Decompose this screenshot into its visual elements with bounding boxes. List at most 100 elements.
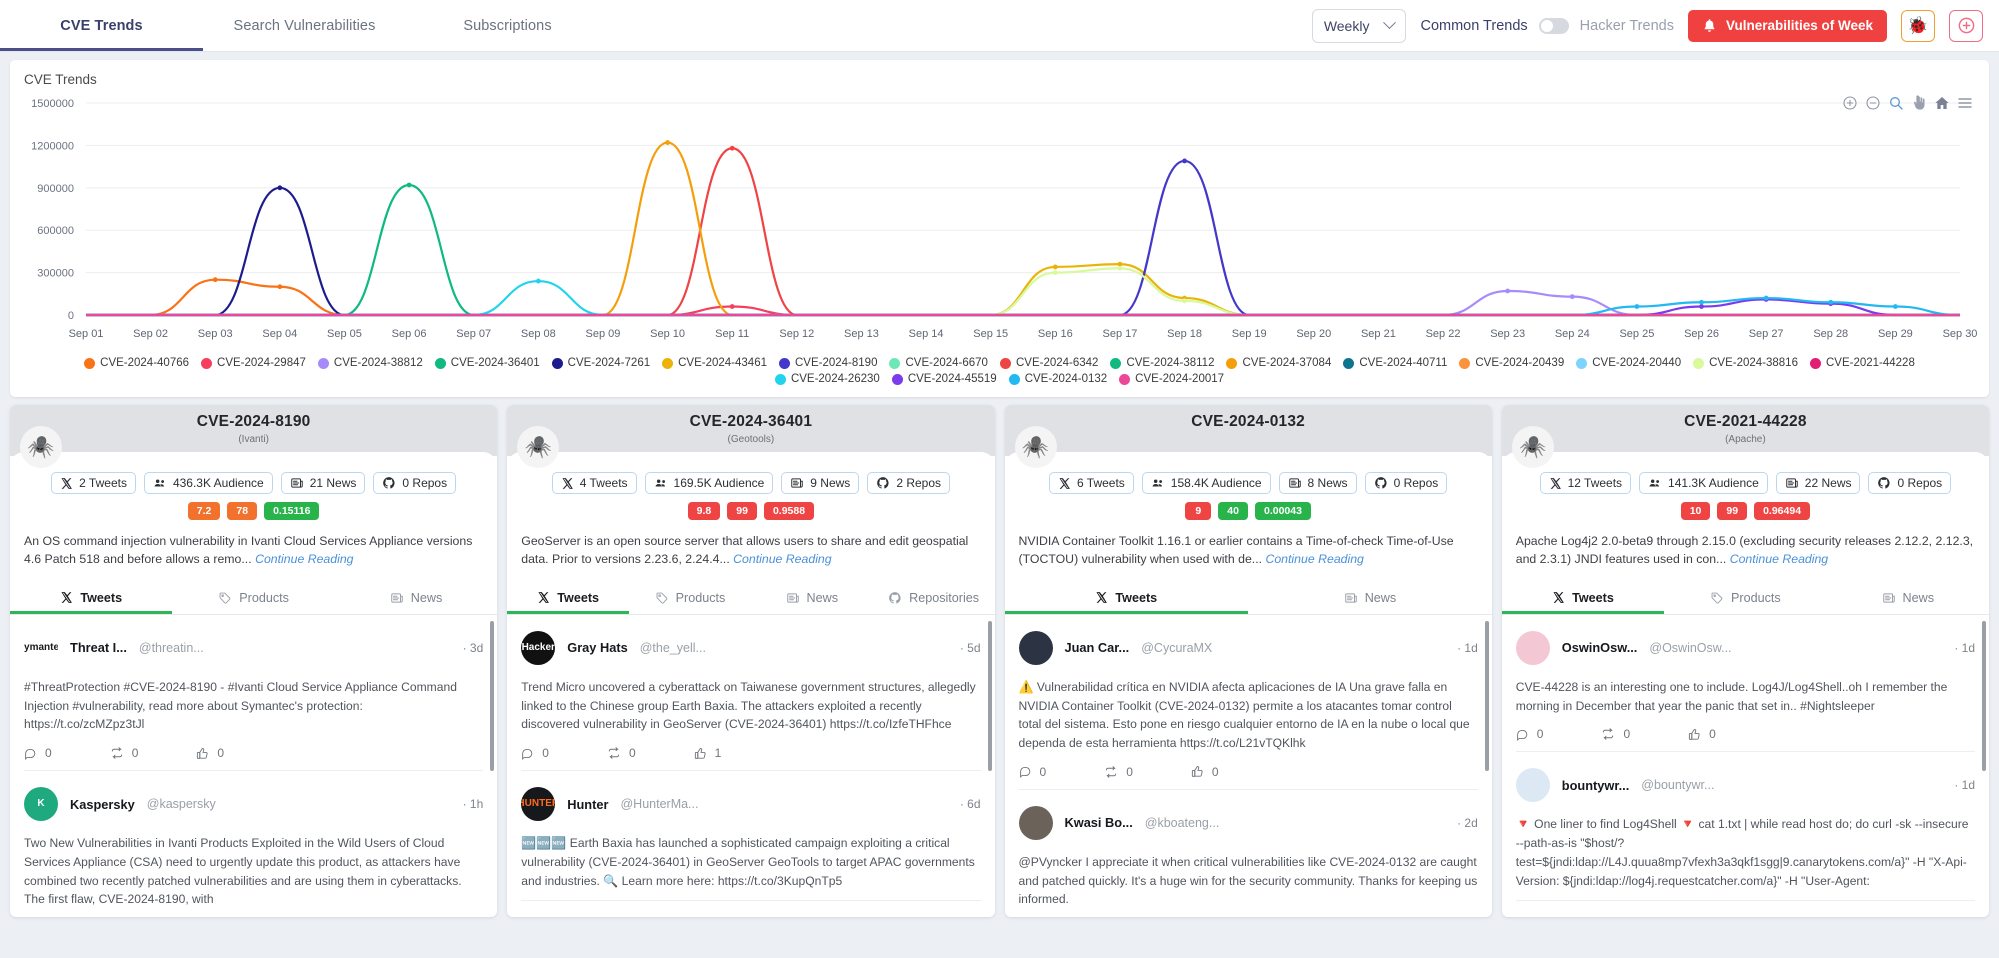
card-tab-tweets[interactable]: Tweets — [10, 581, 172, 614]
tweet-author-name[interactable]: OswinOsw... — [1562, 640, 1638, 655]
tweet-reply-action[interactable]: 0 — [521, 746, 549, 760]
stat-news[interactable]: 21 News — [280, 472, 366, 494]
card-tab-tweets[interactable]: Tweets — [507, 581, 629, 614]
legend-item-cve-2024-38812[interactable]: CVE-2024-38812 — [317, 357, 423, 369]
legend-item-cve-2024-29847[interactable]: CVE-2024-29847 — [201, 357, 306, 369]
legend-item-cve-2024-37084[interactable]: CVE-2024-37084 — [1226, 357, 1331, 369]
reset-home-icon[interactable] — [1934, 95, 1950, 111]
card-tab-news[interactable]: News — [1827, 581, 1989, 614]
tweet-author-handle[interactable]: @OswinOsw... — [1649, 641, 1731, 655]
tweet-retweet-action[interactable]: 0 — [1601, 727, 1630, 741]
tweet-feed[interactable]: Symantec Threat I... @threatin... · 3d #Thre… — [10, 615, 497, 917]
legend-item-cve-2024-0132[interactable]: CVE-2024-0132 — [1008, 373, 1107, 385]
feed-scrollbar[interactable] — [490, 620, 495, 771]
tweet-item[interactable]: bountywr... @bountywr... · 1d 🔻 One liner t… — [1515, 752, 1975, 902]
trend-mode-toggle[interactable]: Common Trends Hacker Trends — [1420, 17, 1674, 34]
legend-item-cve-2024-38816[interactable]: CVE-2024-38816 — [1693, 357, 1798, 369]
tweet-like-action[interactable]: 0 — [196, 746, 224, 760]
continue-reading-link[interactable]: Continue Reading — [1265, 552, 1363, 566]
tweet-like-action[interactable]: 1 — [694, 746, 721, 760]
tweet-author-name[interactable]: Kwasi Bo... — [1065, 815, 1133, 830]
stat-news[interactable]: 9 News — [781, 472, 860, 494]
card-tab-products[interactable]: Products — [172, 581, 334, 614]
tweet-author-handle[interactable]: @kboateng... — [1145, 816, 1220, 830]
tweet-item[interactable]: OswinOsw... @OswinOsw... · 1d CVE-44228 is … — [1515, 615, 1975, 753]
stat-github[interactable]: 0 Repos — [373, 472, 457, 494]
legend-item-cve-2024-26230[interactable]: CVE-2024-26230 — [774, 373, 880, 385]
menu-icon[interactable] — [1957, 95, 1973, 111]
stat-github[interactable]: 2 Repos — [867, 472, 951, 494]
avatar[interactable] — [1515, 630, 1550, 665]
stat-github[interactable]: 0 Repos — [1364, 472, 1448, 494]
legend-item-cve-2024-20017[interactable]: CVE-2024-20017 — [1119, 373, 1224, 385]
stat-audience[interactable]: 141.3K Audience — [1639, 472, 1768, 494]
tweet-author-handle[interactable]: @threatin... — [139, 641, 204, 655]
tweet-like-action[interactable]: 0 — [1688, 727, 1716, 741]
legend-item-cve-2024-36401[interactable]: CVE-2024-36401 — [434, 357, 540, 369]
legend-item-cve-2024-40711[interactable]: CVE-2024-40711 — [1343, 357, 1447, 369]
continue-reading-link[interactable]: Continue Reading — [733, 552, 831, 566]
legend-item-cve-2021-44228[interactable]: CVE-2021-44228 — [1809, 357, 1915, 369]
card-tab-tweets[interactable]: Tweets — [1005, 581, 1249, 614]
stat-x-twitter[interactable]: 12 Tweets — [1539, 472, 1632, 494]
card-tab-news[interactable]: News — [1248, 581, 1492, 614]
avatar[interactable]: Hacker — [521, 630, 556, 665]
tab-subscriptions[interactable]: Subscriptions — [406, 0, 609, 51]
pan-icon[interactable] — [1911, 95, 1927, 111]
selection-zoom-icon[interactable] — [1888, 95, 1904, 111]
avatar[interactable] — [1018, 630, 1053, 665]
stat-x-twitter[interactable]: 2 Tweets — [51, 472, 136, 494]
tweet-author-name[interactable]: Gray Hats — [567, 640, 627, 655]
legend-item-cve-2024-45519[interactable]: CVE-2024-45519 — [891, 373, 997, 385]
tweet-retweet-action[interactable]: 0 — [1104, 765, 1133, 779]
tweet-author-name[interactable]: Threat I... — [70, 640, 127, 655]
feed-scrollbar[interactable] — [1982, 620, 1986, 771]
card-tab-news[interactable]: News — [335, 581, 497, 614]
tweet-author-name[interactable]: Kaspersky — [70, 797, 135, 812]
zoom-out-icon[interactable] — [1865, 95, 1881, 111]
legend-item-cve-2024-20439[interactable]: CVE-2024-20439 — [1459, 357, 1564, 369]
tweet-reply-action[interactable]: 0 — [1516, 727, 1543, 741]
stat-audience[interactable]: 169.5K Audience — [644, 472, 774, 494]
legend-item-cve-2024-20440[interactable]: CVE-2024-20440 — [1576, 357, 1681, 369]
tweet-item[interactable]: Symantec Threat I... @threatin... · 3d #Thre… — [24, 615, 484, 772]
stat-x-twitter[interactable]: 6 Tweets — [1048, 472, 1134, 494]
stat-x-twitter[interactable]: 4 Tweets — [551, 472, 637, 494]
tweet-like-action[interactable]: 0 — [1191, 765, 1219, 779]
bug-icon-button[interactable]: 🐞 — [1901, 9, 1935, 42]
card-tab-products[interactable]: Products — [1664, 581, 1826, 614]
tweet-feed[interactable]: OswinOsw... @OswinOsw... · 1d CVE-44228 is … — [1502, 615, 1989, 917]
tweet-author-handle[interactable]: @CycuraMX — [1141, 641, 1212, 655]
avatar[interactable]: K — [24, 787, 58, 822]
tweet-author-name[interactable]: Hunter — [567, 797, 608, 812]
legend-item-cve-2024-7261[interactable]: CVE-2024-7261 — [551, 357, 650, 369]
tweet-author-handle[interactable]: @kaspersky — [147, 797, 216, 811]
add-button[interactable] — [1949, 9, 1983, 42]
vulnerabilities-of-week-button[interactable]: Vulnerabilities of Week — [1687, 9, 1887, 42]
tweet-retweet-action[interactable]: 0 — [607, 746, 636, 760]
tweet-reply-action[interactable]: 0 — [24, 746, 52, 760]
tweet-item[interactable]: Juan Car... @CycuraMX · 1d ⚠️ Vulnerabilida… — [1018, 615, 1478, 790]
legend-item-cve-2024-43461[interactable]: CVE-2024-43461 — [662, 357, 767, 369]
legend-item-cve-2024-8190[interactable]: CVE-2024-8190 — [779, 357, 877, 369]
tweet-feed[interactable]: Juan Car... @CycuraMX · 1d ⚠️ Vulnerabilida… — [1005, 615, 1492, 917]
stat-github[interactable]: 0 Repos — [1868, 472, 1952, 494]
legend-item-cve-2024-6670[interactable]: CVE-2024-6670 — [889, 357, 988, 369]
tweet-item[interactable]: K Kaspersky @kaspersky · 1h Two New Vulnerab… — [24, 771, 483, 917]
stat-news[interactable]: 22 News — [1775, 472, 1861, 494]
chart-area[interactable]: 0 300000 600000 900000 1200000 1500000 Sep 01 S… — [10, 91, 1989, 353]
tweet-author-name[interactable]: Juan Car... — [1065, 640, 1130, 655]
card-tab-products[interactable]: Products — [629, 581, 751, 614]
legend-item-cve-2024-40766[interactable]: CVE-2024-40766 — [84, 357, 189, 369]
tweet-author-handle[interactable]: @bountywr... — [1641, 778, 1714, 792]
tweet-item[interactable]: Hacker Gray Hats @the_yell... · 5d Trend Mic… — [521, 615, 981, 772]
tweet-item[interactable]: HUNTER Hunter @HunterMa... · 6d 🆕🆕🆕 Earth Ba… — [521, 771, 981, 902]
card-tab-news[interactable]: News — [751, 581, 873, 614]
tweet-author-name[interactable]: bountywr... — [1562, 778, 1630, 793]
avatar[interactable] — [1515, 768, 1550, 803]
avatar[interactable]: HUNTER — [521, 787, 556, 822]
zoom-in-icon[interactable] — [1842, 95, 1858, 111]
stat-news[interactable]: 8 News — [1278, 472, 1357, 494]
legend-item-cve-2024-38112[interactable]: CVE-2024-38112 — [1110, 357, 1214, 369]
feed-scrollbar[interactable] — [987, 620, 992, 771]
